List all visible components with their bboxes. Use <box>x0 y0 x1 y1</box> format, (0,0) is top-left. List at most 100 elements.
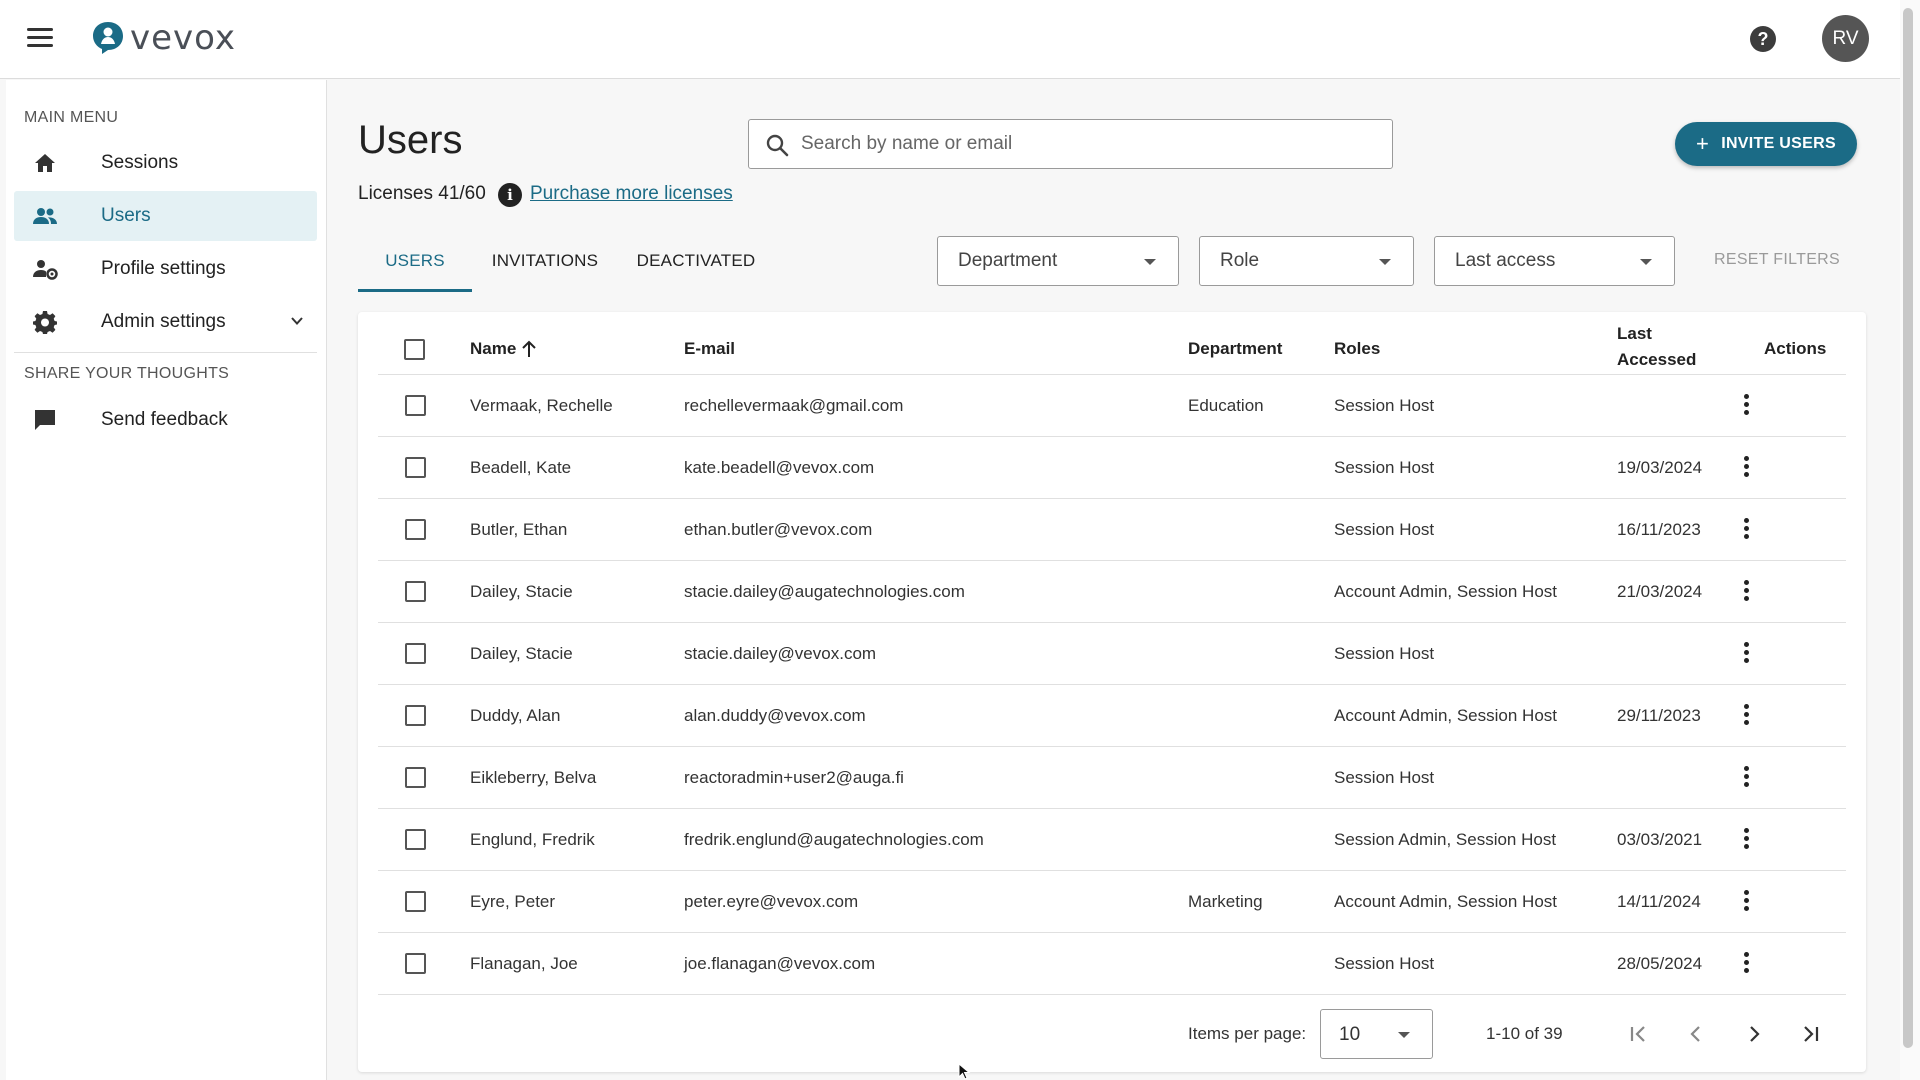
more-actions-icon[interactable] <box>1741 952 1751 976</box>
table-row[interactable]: Beadell, Kate kate.beadell@vevox.com Sessi… <box>378 437 1846 499</box>
items-per-page-value: 10 <box>1339 1024 1361 1045</box>
first-page-icon[interactable] <box>1624 1020 1652 1048</box>
hamburger-menu-icon[interactable] <box>27 28 53 48</box>
role-filter[interactable]: Role <box>1199 236 1414 286</box>
more-actions-icon[interactable] <box>1741 704 1751 728</box>
licenses-count: Licenses 41/60 <box>358 183 486 204</box>
sidebar-item-profile-settings[interactable]: Profile settings <box>14 244 317 294</box>
profile-settings-icon <box>33 260 58 280</box>
cell-email: alan.duddy@vevox.com <box>684 706 866 725</box>
plus-icon: + <box>1696 131 1710 156</box>
column-header-last-accessed-line2: Accessed <box>1617 350 1697 369</box>
next-page-icon[interactable] <box>1740 1020 1768 1048</box>
table-row[interactable]: Butler, Ethan ethan.butler@vevox.com Sessi… <box>378 499 1846 561</box>
items-per-page-select[interactable]: 10 <box>1320 1009 1433 1059</box>
sidebar-item-users[interactable]: Users <box>14 191 317 241</box>
cell-department: Marketing <box>1188 892 1263 911</box>
invite-users-button[interactable]: + INVITE USERS <box>1675 122 1857 166</box>
last-access-filter-label: Last access <box>1455 250 1556 271</box>
cell-last-accessed: 28/05/2024 <box>1617 954 1703 973</box>
column-header-roles: Roles <box>1334 339 1381 358</box>
table-row[interactable]: Vermaak, Rechelle rechellevermaak@gmail.c… <box>378 375 1846 437</box>
dropdown-arrow-icon <box>1379 259 1391 265</box>
sort-ascending-icon <box>522 340 537 357</box>
search-box[interactable] <box>748 119 1393 169</box>
table-row[interactable]: Englund, Fredrik fredrik.englund@augatech… <box>378 809 1846 871</box>
avatar[interactable]: RV <box>1822 15 1869 62</box>
users-icon <box>33 208 57 224</box>
logo-text: vevox <box>130 18 237 58</box>
row-checkbox[interactable] <box>405 457 426 478</box>
cell-name: Dailey, Stacie <box>470 644 573 663</box>
more-actions-icon[interactable] <box>1741 890 1751 914</box>
cell-name: Flanagan, Joe <box>470 954 578 973</box>
more-actions-icon[interactable] <box>1741 828 1751 852</box>
cell-email: reactoradmin+user2@auga.fi <box>684 768 904 787</box>
cell-roles: Session Host <box>1334 396 1435 415</box>
sidebar-item-send-feedback[interactable]: Send feedback <box>14 395 317 445</box>
department-filter[interactable]: Department <box>937 236 1179 286</box>
sidebar-item-admin-settings[interactable]: Admin settings <box>14 297 317 347</box>
cell-email: ethan.butler@vevox.com <box>684 520 873 539</box>
sidebar-item-sessions[interactable]: Sessions <box>14 138 317 188</box>
vevox-logo-icon <box>93 22 123 54</box>
cell-roles: Account Admin, Session Host <box>1334 706 1558 725</box>
cell-email: joe.flanagan@vevox.com <box>684 954 876 973</box>
purchase-licenses-link[interactable]: Purchase more licenses <box>530 183 733 205</box>
cell-roles: Account Admin, Session Host <box>1334 892 1558 911</box>
last-access-filter[interactable]: Last access <box>1434 236 1675 286</box>
cell-last-accessed: 14/11/2024 <box>1617 892 1701 911</box>
more-actions-icon[interactable] <box>1741 642 1751 666</box>
page-range: 1-10 of 39 <box>1486 1024 1563 1043</box>
table-row[interactable]: Eikleberry, Belva reactoradmin+user2@auga… <box>378 747 1846 809</box>
help-icon[interactable]: ? <box>1750 26 1776 52</box>
table-row[interactable]: Flanagan, Joe joe.flanagan@vevox.com Sessi… <box>378 933 1846 995</box>
tab-users[interactable]: USERS <box>358 234 472 292</box>
table-row[interactable]: Eyre, Peter peter.eyre@vevox.com Marketing… <box>378 871 1846 933</box>
more-actions-icon[interactable] <box>1741 394 1751 418</box>
more-actions-icon[interactable] <box>1741 456 1751 480</box>
row-checkbox[interactable] <box>405 891 426 912</box>
more-actions-icon[interactable] <box>1741 580 1751 604</box>
share-thoughts-label: SHARE YOUR THOUGHTS <box>24 365 230 382</box>
cell-roles: Session Host <box>1334 520 1435 539</box>
row-checkbox[interactable] <box>405 519 426 540</box>
page-scrollbar[interactable] <box>1903 8 1913 1048</box>
row-checkbox[interactable] <box>405 767 426 788</box>
row-checkbox[interactable] <box>405 581 426 602</box>
info-icon[interactable]: i <box>498 183 522 207</box>
sidebar-item-label: Users <box>101 205 151 226</box>
table-row[interactable]: Dailey, Stacie stacie.dailey@vevox.com Ses… <box>378 623 1846 685</box>
reset-filters-button[interactable]: RESET FILTERS <box>1714 251 1840 269</box>
last-page-icon[interactable] <box>1797 1020 1825 1048</box>
table-row[interactable]: Dailey, Stacie stacie.dailey@augatechnolo… <box>378 561 1846 623</box>
row-checkbox[interactable] <box>405 643 426 664</box>
table-row[interactable]: Duddy, Alan alan.duddy@vevox.com Account A… <box>378 685 1846 747</box>
chevron-down-icon <box>291 317 303 325</box>
cell-name: Englund, Fredrik <box>470 830 595 849</box>
cell-name: Beadell, Kate <box>470 458 572 477</box>
cell-name: Butler, Ethan <box>470 520 568 539</box>
more-actions-icon[interactable] <box>1741 766 1751 790</box>
row-checkbox[interactable] <box>405 953 426 974</box>
column-header-department: Department <box>1188 339 1283 358</box>
sidebar: MAIN MENU Sessions Users Profile setting… <box>6 80 327 1080</box>
column-header-name[interactable]: Name <box>470 339 538 359</box>
row-checkbox[interactable] <box>405 829 426 850</box>
select-all-checkbox[interactable] <box>404 339 425 360</box>
tab-deactivated[interactable]: DEACTIVATED <box>628 234 764 292</box>
logo[interactable]: vevox <box>92 18 237 58</box>
sidebar-divider <box>14 352 317 353</box>
cell-name: Vermaak, Rechelle <box>470 396 613 415</box>
more-actions-icon[interactable] <box>1741 518 1751 542</box>
cell-last-accessed: 16/11/2023 <box>1617 520 1701 539</box>
row-checkbox[interactable] <box>405 705 426 726</box>
search-input[interactable] <box>801 121 1381 167</box>
invite-users-label: INVITE USERS <box>1721 135 1836 152</box>
cell-email: fredrik.englund@augatechnologies.com <box>684 830 984 849</box>
sidebar-item-label: Sessions <box>101 152 179 173</box>
row-checkbox[interactable] <box>405 395 426 416</box>
tab-invitations[interactable]: INVITATIONS <box>480 234 610 292</box>
previous-page-icon[interactable] <box>1682 1020 1710 1048</box>
users-table: Name E-mail Department Roles Last Access… <box>358 312 1866 1072</box>
